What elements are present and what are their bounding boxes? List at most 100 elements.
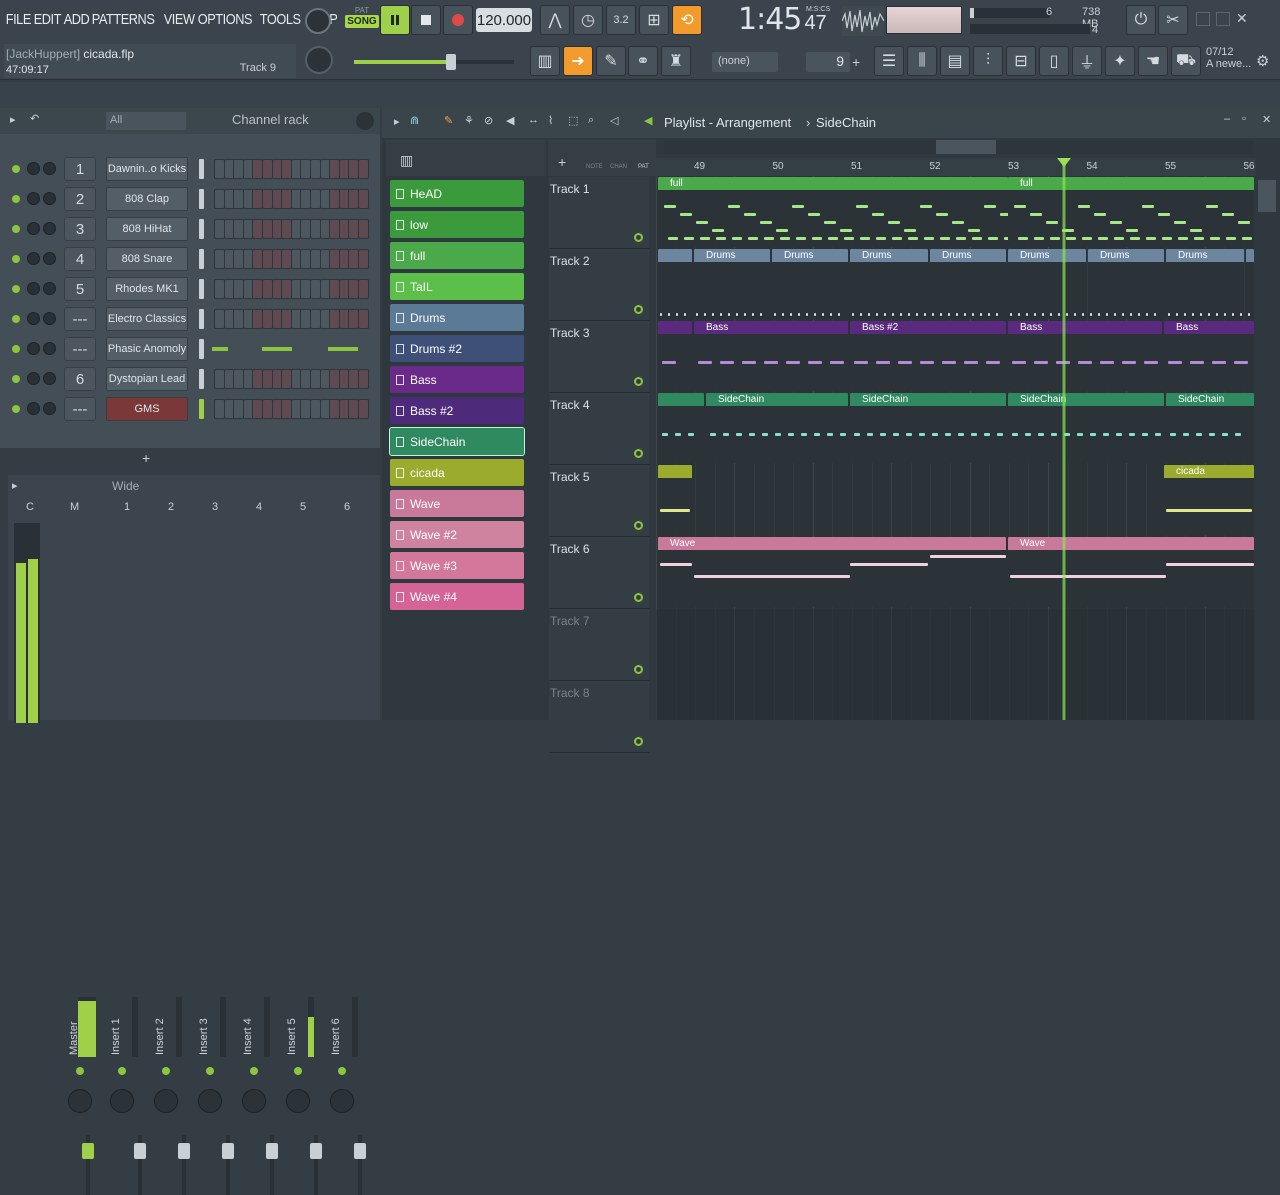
channel-number[interactable]: --- <box>64 307 96 331</box>
countdown-button[interactable]: 3.2 <box>606 5 636 35</box>
strip-fader[interactable] <box>134 1135 146 1195</box>
mute-tool-icon[interactable]: ◀ <box>506 114 514 127</box>
playlist-clip[interactable] <box>658 321 692 391</box>
channel-led[interactable] <box>12 195 20 203</box>
vertical-scrollbar[interactable] <box>1256 176 1280 720</box>
playlist-clip[interactable]: Drums <box>930 249 1006 319</box>
step-button[interactable] <box>358 249 369 269</box>
step-button[interactable] <box>358 189 369 209</box>
channel-led[interactable] <box>12 255 20 263</box>
loop-record-button[interactable]: ⟲ <box>672 5 702 35</box>
pan-knob[interactable] <box>27 372 40 385</box>
close-window-button[interactable]: ✕ <box>1236 10 1252 26</box>
pattern-item[interactable]: Wave #2 <box>390 521 524 548</box>
volume-knob[interactable] <box>43 312 56 325</box>
channel-name-button[interactable]: GMS <box>106 397 188 421</box>
playlist-clip[interactable]: Wave <box>1008 537 1254 607</box>
strip-pan-knob[interactable] <box>198 1089 222 1113</box>
stop-button[interactable] <box>411 5 441 35</box>
strip-pan-knob[interactable] <box>68 1089 92 1113</box>
zoom-tool-icon[interactable]: ⌕ <box>588 114 594 127</box>
browser-button[interactable]: ⊟ <box>1006 46 1036 76</box>
channel-select-bar[interactable] <box>199 249 204 269</box>
empty-tracks-area[interactable] <box>656 609 1254 720</box>
track-active-led[interactable] <box>634 665 643 674</box>
slip-tool-icon[interactable]: ↔ <box>528 114 539 126</box>
volume-knob[interactable] <box>43 162 56 175</box>
timeline-ruler[interactable]: 49 50 51 52 53 54 55 56 <box>656 158 1256 176</box>
strip-fader[interactable] <box>222 1135 234 1195</box>
main-pitch-knob[interactable] <box>305 46 333 74</box>
master-volume-knob[interactable] <box>305 8 331 34</box>
add-track-icon[interactable]: + <box>558 154 566 170</box>
stamp-button[interactable]: ♜ <box>661 46 691 76</box>
plugin-button[interactable]: ⏚ <box>1072 46 1102 76</box>
strip-led[interactable] <box>338 1067 346 1075</box>
channel-name-button[interactable]: Dawnin..o Kicks <box>106 157 188 181</box>
track-active-led[interactable] <box>634 521 643 530</box>
pat-song-toggle[interactable]: PAT SONG <box>345 6 379 36</box>
channel-select-bar[interactable] <box>199 189 204 209</box>
pan-knob[interactable] <box>27 342 40 355</box>
channel-name-button[interactable]: Electro Classics <box>106 307 188 331</box>
pattern-item[interactable]: full <box>390 242 524 269</box>
strip-fader[interactable] <box>266 1135 278 1195</box>
pattern-item[interactable]: low <box>390 211 524 238</box>
pan-knob[interactable] <box>27 312 40 325</box>
channel-led[interactable] <box>12 225 20 233</box>
link-button[interactable]: ⚭ <box>628 46 658 76</box>
channel-number[interactable]: --- <box>64 337 96 361</box>
playlist-clip[interactable]: Wave <box>658 537 1006 607</box>
track-header[interactable]: Track 6 <box>549 537 649 609</box>
step-increment[interactable]: + <box>852 54 860 70</box>
playlist-clip[interactable]: full <box>658 177 1008 247</box>
playback-tool-icon[interactable]: ◁ <box>610 114 618 127</box>
pattern-item[interactable]: Drums <box>390 304 524 331</box>
channel-led[interactable] <box>12 345 20 353</box>
pattern-item[interactable]: Wave #3 <box>390 552 524 579</box>
channel-led[interactable] <box>12 165 20 173</box>
step-value-field[interactable]: 9 <box>806 52 850 72</box>
playlist-clip[interactable]: SideChain <box>850 393 1006 463</box>
pan-knob[interactable] <box>27 222 40 235</box>
metronome-button[interactable]: ⋀ <box>540 5 570 35</box>
pl-close-icon[interactable]: ✕ <box>1262 113 1271 126</box>
playlist-clip[interactable]: Drums <box>850 249 928 319</box>
add-channel-button[interactable]: + <box>142 450 150 466</box>
volume-knob[interactable] <box>43 252 56 265</box>
news-panel[interactable]: 07/12 A newe... <box>1206 46 1256 76</box>
strip-led[interactable] <box>250 1067 258 1075</box>
pattern-item[interactable]: TaIL <box>390 273 524 300</box>
strip-pan-knob[interactable] <box>110 1089 134 1113</box>
magnet-icon[interactable]: ⋒ <box>410 114 419 127</box>
channel-number[interactable]: --- <box>64 397 96 421</box>
shop-button[interactable]: ⛟ <box>1171 46 1201 76</box>
pan-knob[interactable] <box>27 282 40 295</box>
playlist-button[interactable]: ☰ <box>874 46 904 76</box>
pattern-item[interactable]: SideChain <box>389 427 525 456</box>
pause-button[interactable] <box>380 5 410 35</box>
channel-select-bar[interactable] <box>199 159 204 179</box>
track-active-led[interactable] <box>634 377 643 386</box>
channel-led[interactable] <box>12 315 20 323</box>
menu-file[interactable]: FILE <box>4 8 33 30</box>
rack-options-knob[interactable] <box>356 112 374 130</box>
playlist-clip[interactable]: Bass <box>694 321 848 391</box>
pl-maximize-icon[interactable]: ▫ <box>1242 113 1246 125</box>
volume-knob[interactable] <box>43 402 56 415</box>
undo-icon[interactable]: ↶ <box>30 112 39 125</box>
draw-tool-button[interactable]: ✎ <box>596 46 626 76</box>
step-button[interactable] <box>358 279 369 299</box>
strip-pan-knob[interactable] <box>242 1089 266 1113</box>
select-tool-icon[interactable]: ⬚ <box>568 114 578 127</box>
volume-knob[interactable] <box>43 282 56 295</box>
menu-view[interactable]: VIEW <box>162 8 196 30</box>
strip-fader[interactable] <box>178 1135 190 1195</box>
playhead[interactable] <box>1062 160 1066 720</box>
step-button[interactable] <box>358 309 369 329</box>
strip-fader[interactable] <box>310 1135 322 1195</box>
channel-number[interactable]: 4 <box>64 247 96 271</box>
channel-name-button[interactable]: 808 HiHat <box>106 217 188 241</box>
track-active-led[interactable] <box>634 233 643 242</box>
menu-add[interactable]: ADD <box>62 8 91 30</box>
